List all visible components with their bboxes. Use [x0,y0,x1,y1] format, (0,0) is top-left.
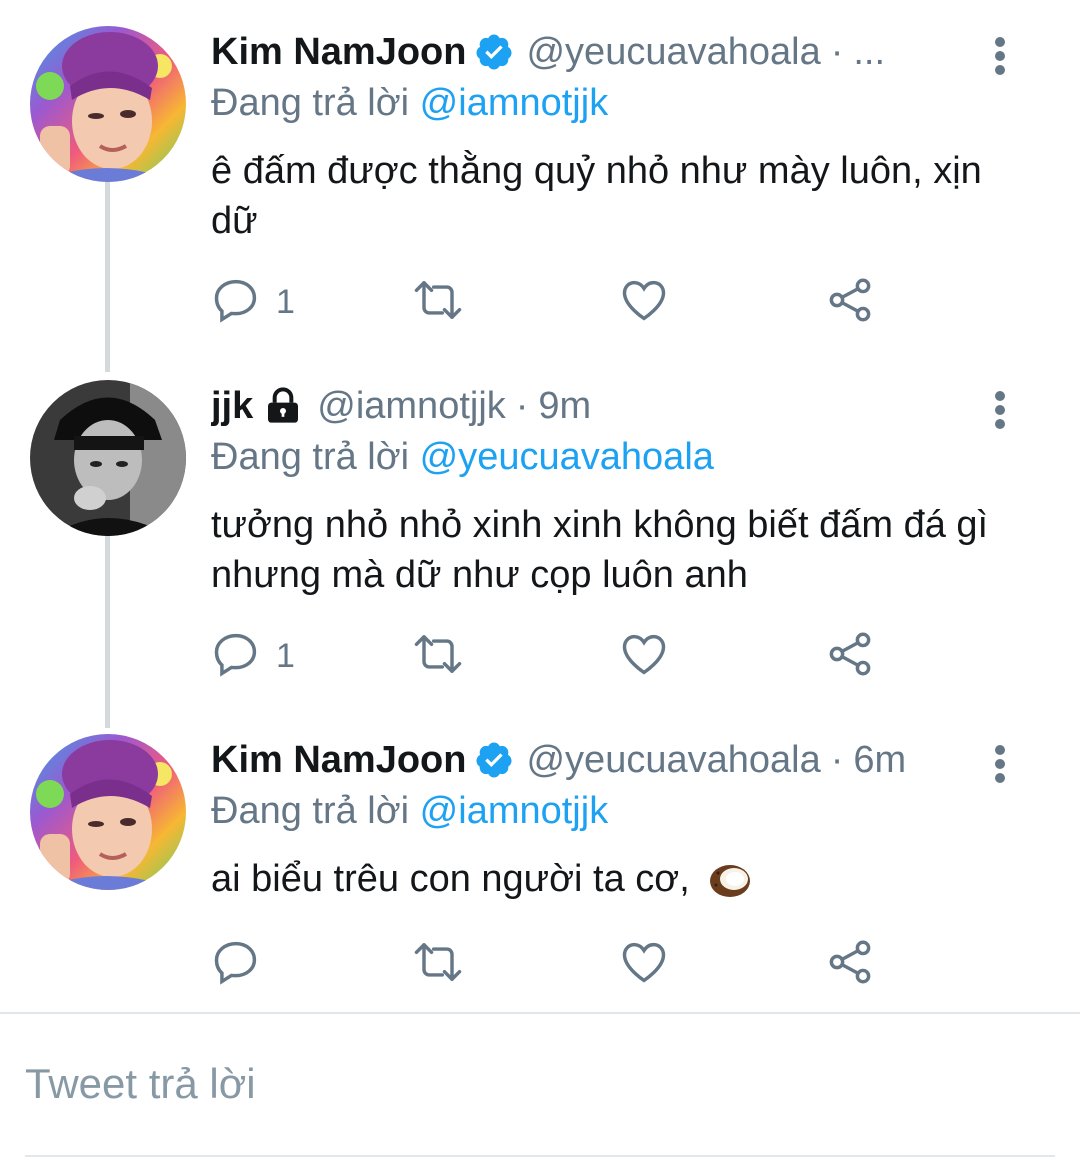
share-icon [824,274,876,331]
separator: · [515,384,529,427]
reply-button[interactable] [210,934,276,994]
like-button[interactable] [618,626,670,686]
reply-prefix: Đang trả lời [211,790,410,832]
more-icon[interactable] [980,30,1020,82]
timestamp[interactable]: 9m [538,385,591,428]
user-handle[interactable]: @yeucuavahoala [526,739,820,782]
display-name[interactable]: jjk [211,385,253,428]
reply-context: Đang trả lời @iamnotjjk [211,790,608,833]
reply-button[interactable]: 1 [210,272,295,332]
share-button[interactable] [824,934,876,994]
coconut-emoji [708,859,754,912]
retweet-button[interactable] [410,272,466,332]
separator: · [830,738,844,781]
compose-underline [25,1155,1055,1157]
retweet-icon [410,628,466,685]
like-icon [618,274,670,331]
retweet-button[interactable] [410,626,466,686]
reply-context: Đang trả lời @iamnotjjk [211,82,608,125]
more-icon[interactable] [980,738,1020,790]
tweet-actions [210,934,910,994]
like-button[interactable] [618,272,670,332]
timestamp[interactable]: 6m [853,739,906,782]
reply-prefix: Đang trả lời [211,82,410,124]
divider [0,1012,1080,1014]
tweet-header: Kim NamJoon @yeucuavahoala · 6m [211,734,960,786]
like-button[interactable] [618,934,670,994]
reply-mention-link[interactable]: @yeucuavahoala [420,436,714,478]
tweet-actions: 1 [210,626,910,686]
reply-compose-input[interactable]: Tweet trả lời [25,1060,256,1108]
share-icon [824,936,876,993]
retweet-icon [410,936,466,993]
display-name[interactable]: Kim NamJoon [211,739,466,782]
more-icon[interactable] [980,384,1020,436]
retweet-icon [410,274,466,331]
verified-badge-icon [474,740,514,780]
avatar[interactable] [30,734,186,890]
tweet[interactable]: Kim NamJoon @yeucuavahoala · ... Đang tr… [0,26,1080,356]
separator: · [830,30,844,73]
retweet-button[interactable] [410,934,466,994]
tweet-actions: 1 [210,272,910,332]
reply-icon [210,936,262,993]
lock-icon [263,386,303,426]
reply-icon [210,274,262,331]
verified-badge-icon [474,32,514,72]
tweet-header: Kim NamJoon @yeucuavahoala · ... [211,26,960,78]
reply-prefix: Đang trả lời [211,436,410,478]
share-button[interactable] [824,626,876,686]
tweet[interactable]: jjk @iamnotjjk · 9m Đang trả lời @yeucua… [0,380,1080,710]
tweet-text: ai biểu trêu con người ta cơ, [211,854,1011,912]
avatar[interactable] [30,380,186,536]
timestamp[interactable]: ... [853,31,885,74]
tweet-text-content: ai biểu trêu con người ta cơ, [211,858,690,900]
tweet[interactable]: Kim NamJoon @yeucuavahoala · 6m Đang trả… [0,734,1080,1004]
display-name[interactable]: Kim NamJoon [211,31,466,74]
reply-button[interactable]: 1 [210,626,295,686]
like-icon [618,936,670,993]
tweet-text: ê đấm được thằng quỷ nhỏ như mày luôn, x… [211,150,982,242]
avatar[interactable] [30,26,186,182]
reply-count: 1 [276,636,295,675]
reply-mention-link[interactable]: @iamnotjjk [420,82,609,124]
share-button[interactable] [824,272,876,332]
reply-icon [210,628,262,685]
tweet-text: tưởng nhỏ nhỏ xinh xinh không biết đấm đ… [211,504,989,596]
reply-context: Đang trả lời @yeucuavahoala [211,436,714,479]
tweet-header: jjk @iamnotjjk · 9m [211,380,960,432]
user-handle[interactable]: @iamnotjjk [317,385,506,428]
share-icon [824,628,876,685]
user-handle[interactable]: @yeucuavahoala [526,31,820,74]
like-icon [618,628,670,685]
reply-mention-link[interactable]: @iamnotjjk [420,790,609,832]
reply-count: 1 [276,282,295,321]
